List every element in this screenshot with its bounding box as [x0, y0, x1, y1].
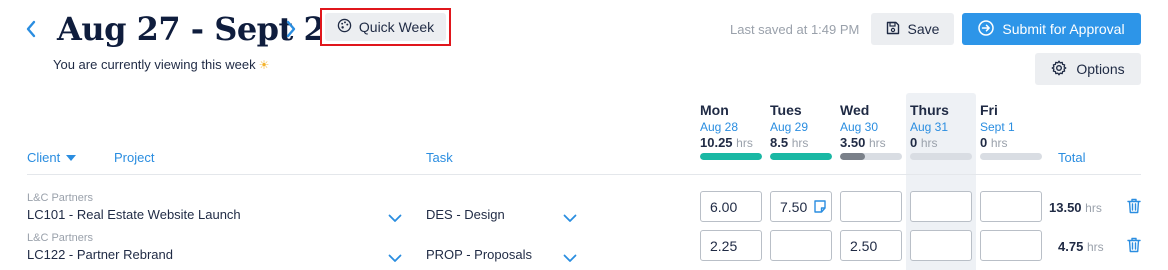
- column-header-project[interactable]: Project: [114, 150, 154, 165]
- hours-input-mon[interactable]: 6.00: [700, 191, 762, 222]
- hours-input-tues[interactable]: [770, 230, 832, 261]
- previous-week-icon[interactable]: [25, 20, 37, 38]
- day-header-wed: Wed Aug 30 3.50 hrs: [840, 102, 904, 160]
- column-header-client[interactable]: Client: [27, 150, 77, 165]
- hours-input-thurs[interactable]: [910, 191, 972, 222]
- day-hours: 3.50 hrs: [840, 135, 904, 150]
- hours-input-value: 7.50: [780, 198, 808, 215]
- day-name: Mon: [700, 102, 729, 118]
- project-dropdown-chevron-icon[interactable]: [388, 250, 402, 268]
- row-total-value: 13.50: [1049, 200, 1082, 215]
- task-dropdown-chevron-icon[interactable]: [563, 250, 577, 268]
- day-hours-value: 0: [910, 135, 918, 150]
- row-total-value: 4.75: [1058, 239, 1084, 254]
- quick-week-button[interactable]: Quick Week: [320, 8, 451, 46]
- day-header-tues: Tues Aug 29 8.5 hrs: [770, 102, 834, 160]
- day-progress-fill: [840, 153, 866, 160]
- quick-week-label: Quick Week: [358, 19, 435, 35]
- current-week-note-text: You are currently viewing this week: [53, 57, 256, 72]
- sort-caret-icon: [66, 154, 77, 161]
- hours-input-wed[interactable]: 2.50: [840, 230, 902, 261]
- day-name: Thurs: [910, 102, 949, 118]
- row-task-name: PROP - Proposals: [426, 247, 532, 262]
- day-hours-value: 10.25: [700, 135, 733, 150]
- delete-row-trash-icon[interactable]: [1127, 237, 1141, 258]
- submit-for-approval-button[interactable]: Submit for Approval: [962, 13, 1141, 45]
- day-hours: 8.5 hrs: [770, 135, 834, 150]
- hrs-unit: hrs: [990, 136, 1008, 150]
- header-divider: [27, 174, 1141, 175]
- row-client-name: L&C Partners: [27, 192, 94, 204]
- day-progress-bar: [840, 153, 902, 160]
- row-task-name: DES - Design: [426, 207, 505, 222]
- client-column-label: Client: [27, 150, 61, 165]
- day-date: Aug 28: [700, 120, 739, 134]
- hours-input-tues[interactable]: 7.50: [770, 191, 832, 222]
- save-button[interactable]: Save: [871, 13, 954, 45]
- day-header-mon: Mon Aug 28 10.25 hrs: [700, 102, 764, 160]
- options-label: Options: [1076, 61, 1125, 77]
- day-name: Tues: [770, 102, 802, 118]
- hrs-unit: hrs: [1086, 240, 1104, 254]
- arrow-circle-right-icon: [978, 19, 995, 39]
- row-total: 13.50 hrs: [1049, 200, 1102, 215]
- day-hours-value: 3.50: [840, 135, 866, 150]
- row-project-name: LC101 - Real Estate Website Launch: [27, 207, 241, 222]
- hrs-unit: hrs: [920, 136, 938, 150]
- day-hours-value: 8.5: [770, 135, 789, 150]
- hours-input-fri[interactable]: [980, 191, 1042, 222]
- save-label: Save: [907, 21, 940, 37]
- day-date: Aug 30: [840, 120, 879, 134]
- last-saved-status: Last saved at 1:49 PM: [730, 22, 860, 37]
- day-progress-fill: [700, 153, 762, 160]
- next-week-icon[interactable]: [285, 20, 297, 38]
- gear-icon: [1051, 60, 1067, 79]
- day-header-thurs: Thurs Aug 31 0 hrs: [910, 102, 974, 160]
- day-progress-fill: [770, 153, 832, 160]
- day-hours: 0 hrs: [910, 135, 974, 150]
- note-icon[interactable]: [814, 200, 826, 213]
- hours-input-wed[interactable]: [840, 191, 902, 222]
- day-date: Sept 1: [980, 120, 1015, 134]
- row-total: 4.75 hrs: [1058, 239, 1104, 254]
- hrs-unit: hrs: [868, 136, 886, 150]
- column-header-total: Total: [1058, 150, 1086, 165]
- day-date: Aug 29: [770, 120, 809, 134]
- day-hours-value: 0: [980, 135, 988, 150]
- row-client-name: L&C Partners: [27, 232, 94, 244]
- day-progress-bar: [700, 153, 762, 160]
- project-dropdown-chevron-icon[interactable]: [388, 210, 402, 228]
- current-week-note: You are currently viewing this week ☀: [53, 57, 269, 72]
- hours-input-mon[interactable]: 2.25: [700, 230, 762, 261]
- day-name: Wed: [840, 102, 870, 118]
- day-header-fri: Fri Sept 1 0 hrs: [980, 102, 1044, 160]
- floppy-disk-icon: [886, 21, 900, 38]
- sun-icon: ☀: [258, 58, 270, 72]
- day-progress-bar: [980, 153, 1042, 160]
- palette-icon: [337, 18, 352, 36]
- row-project-name: LC122 - Partner Rebrand: [27, 247, 173, 262]
- column-header-task[interactable]: Task: [426, 150, 453, 165]
- day-hours: 0 hrs: [980, 135, 1044, 150]
- hrs-unit: hrs: [791, 136, 809, 150]
- hrs-unit: hrs: [1085, 201, 1102, 215]
- day-progress-bar: [910, 153, 972, 160]
- day-progress-bar: [770, 153, 832, 160]
- day-hours: 10.25 hrs: [700, 135, 764, 150]
- options-button[interactable]: Options: [1035, 53, 1141, 85]
- hours-input-thurs[interactable]: [910, 230, 972, 261]
- hours-input-fri[interactable]: [980, 230, 1042, 261]
- day-date: Aug 31: [910, 120, 949, 134]
- delete-row-trash-icon[interactable]: [1127, 198, 1141, 219]
- day-name: Fri: [980, 102, 998, 118]
- submit-label: Submit for Approval: [1002, 21, 1125, 37]
- task-dropdown-chevron-icon[interactable]: [563, 210, 577, 228]
- hrs-unit: hrs: [736, 136, 753, 150]
